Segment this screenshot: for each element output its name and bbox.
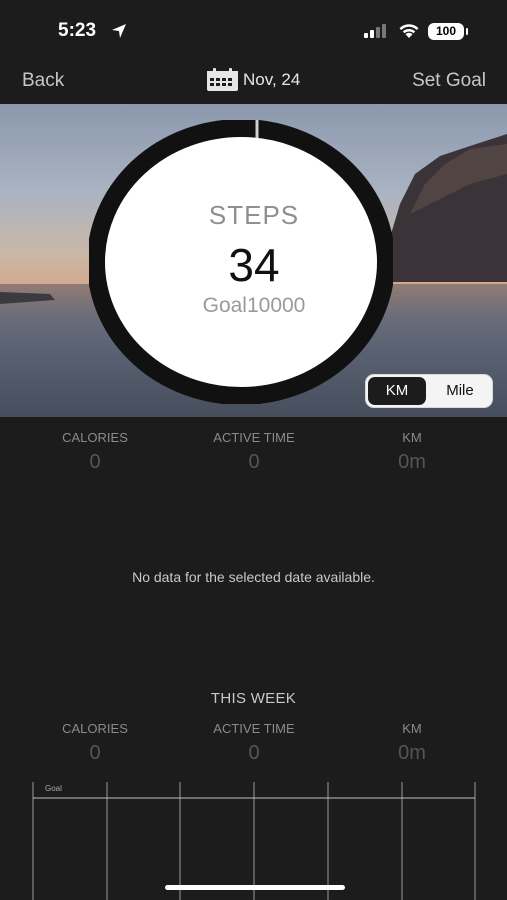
unit-toggle: KM Mile [365,374,493,408]
unit-km-option[interactable]: KM [368,377,426,405]
no-data-message: No data for the selected date available. [132,569,375,585]
battery-level: 100 [428,23,464,40]
stat-value: 0m [398,742,426,764]
steps-label: STEPS [208,200,300,230]
status-bar: 5:23 100 [0,0,507,58]
selected-date: Nov, 24 [243,70,301,89]
weekly-steps-chart: Goal [32,782,476,900]
steps-hero: STEPS 34 Goal10000 KM Mile [0,104,507,417]
steps-goal: Goal10000 [202,294,306,317]
chart-goal-label: Goal [45,784,62,793]
weekly-active-time: ACTIVE TIME 0 [174,721,334,765]
stat-label: ACTIVE TIME [213,430,295,445]
stat-value: 0m [398,451,426,473]
stat-value: 0 [89,451,101,473]
battery-tip [466,28,468,35]
stat-label: ACTIVE TIME [213,721,295,736]
status-time: 5:23 [58,20,97,41]
date-picker-button[interactable]: Nov, 24 [206,68,300,92]
unit-mile-option[interactable]: Mile [430,377,490,405]
weekly-distance: KM 0m [332,721,492,765]
daily-distance: KM 0m [332,430,492,474]
steps-count: 34 [228,239,280,291]
daily-calories: CALORIES 0 [15,430,175,474]
stat-label: CALORIES [62,721,128,736]
location-arrow-icon [112,24,126,38]
calendar-icon [207,68,238,91]
stat-value: 0 [248,742,260,764]
this-week-title: THIS WEEK [210,690,297,707]
nav-bar: Back Nov, 24 Set Goal [0,58,507,104]
weekly-calories: CALORIES 0 [15,721,175,765]
home-indicator[interactable] [165,885,345,890]
stat-label: KM [402,430,422,445]
cellular-signal-icon [364,24,386,38]
stat-label: CALORIES [62,430,128,445]
stat-value: 0 [248,451,260,473]
back-button[interactable]: Back [22,70,64,92]
stat-label: KM [402,721,422,736]
stat-value: 0 [89,742,101,764]
set-goal-button[interactable]: Set Goal [412,70,486,92]
wifi-icon [399,24,419,38]
daily-active-time: ACTIVE TIME 0 [174,430,334,474]
